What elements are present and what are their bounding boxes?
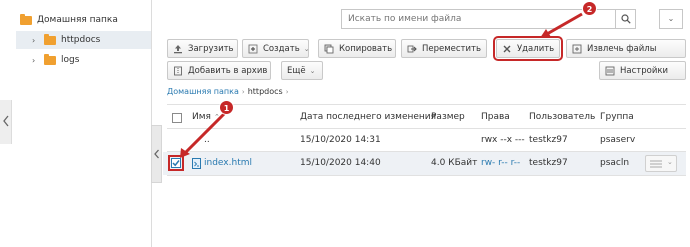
annotation-arrows bbox=[180, 12, 583, 158]
annotation-arrow-1 bbox=[182, 111, 227, 156]
annotation-badge-1: 1 bbox=[219, 100, 234, 115]
annotation-arrow-2 bbox=[546, 12, 583, 36]
annotation-badge-2: 2 bbox=[582, 1, 597, 16]
